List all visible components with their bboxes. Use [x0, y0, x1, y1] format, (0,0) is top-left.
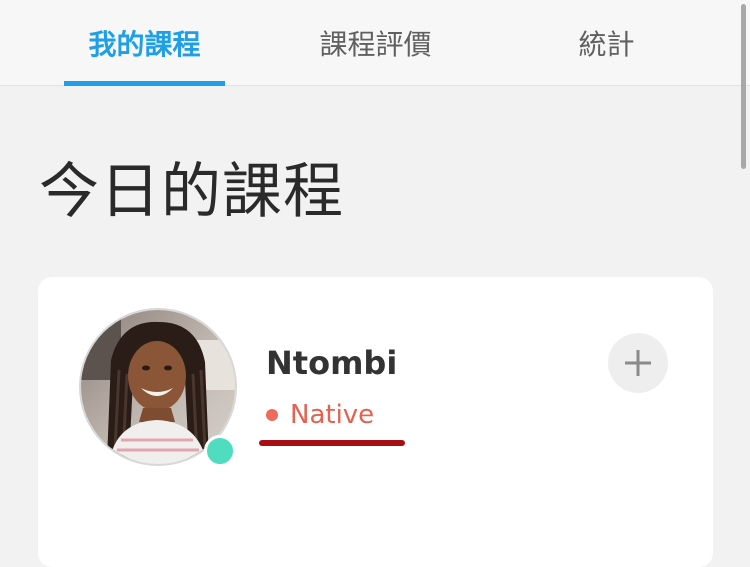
- tab-statistics[interactable]: 統計: [526, 0, 687, 86]
- plus-icon: [625, 350, 651, 376]
- tab-my-courses[interactable]: 我的課程: [64, 0, 225, 86]
- highlight-underline-mark: [259, 440, 405, 446]
- add-button[interactable]: [608, 333, 668, 393]
- tutor-name[interactable]: Ntombi: [266, 343, 397, 383]
- lesson-card[interactable]: Ntombi Native: [38, 277, 713, 567]
- active-tab-indicator: [64, 81, 225, 86]
- native-dot-icon: [266, 409, 278, 421]
- page-title: 今日的課程: [39, 157, 344, 227]
- tab-course-reviews[interactable]: 課程評價: [295, 0, 456, 86]
- native-speaker-badge: Native: [266, 398, 374, 432]
- tab-bar: 我的課程 課程評價 統計: [0, 0, 750, 86]
- online-status-indicator: [204, 435, 236, 467]
- scrollbar[interactable]: [741, 4, 746, 169]
- native-label: Native: [290, 400, 375, 430]
